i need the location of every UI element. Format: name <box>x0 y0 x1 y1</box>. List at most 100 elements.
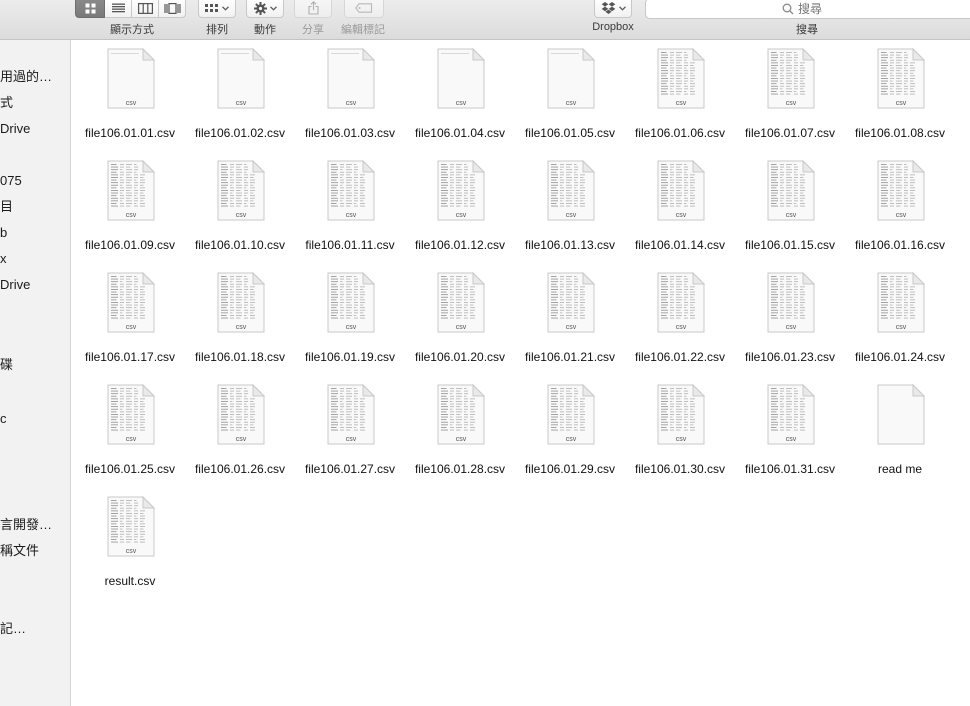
file-item[interactable]: csv file106.01.25.csv <box>75 384 185 484</box>
file-item[interactable]: csv file106.01.28.csv <box>405 384 515 484</box>
action-button[interactable] <box>246 0 284 18</box>
file-item[interactable]: csv file106.01.21.csv <box>515 272 625 372</box>
csv-file-icon: csv <box>107 384 156 445</box>
file-item[interactable]: csv file106.01.10.csv <box>185 160 295 260</box>
file-item[interactable]: csv file106.01.30.csv <box>625 384 735 484</box>
file-name: file106.01.03.csv <box>304 126 396 140</box>
svg-text:csv: csv <box>786 212 797 219</box>
file-name: file106.01.15.csv <box>744 238 836 252</box>
file-name: file106.01.06.csv <box>634 126 726 140</box>
csv-file-icon: csv <box>437 48 486 109</box>
file-item[interactable]: csv file106.01.15.csv <box>735 160 845 260</box>
file-item[interactable]: csv file106.01.20.csv <box>405 272 515 372</box>
tag-icon <box>355 3 373 13</box>
sidebar-item-c[interactable]: c <box>0 411 7 427</box>
file-item[interactable]: csv file106.01.01.csv <box>75 48 185 148</box>
file-item[interactable]: csv file106.01.17.csv <box>75 272 185 372</box>
file-item[interactable]: csv file106.01.16.csv <box>845 160 955 260</box>
svg-text:csv: csv <box>456 436 467 443</box>
share-label: 分享 <box>302 24 324 36</box>
file-item[interactable]: csv file106.01.19.csv <box>295 272 405 372</box>
csv-file-icon: csv <box>877 48 926 109</box>
action-label: 動作 <box>254 24 276 36</box>
sidebar-item-language-dev[interactable]: 言開發… <box>0 517 52 533</box>
edit-tags-button[interactable] <box>344 0 384 18</box>
file-item[interactable]: csv file106.01.11.csv <box>295 160 405 260</box>
svg-text:csv: csv <box>456 324 467 331</box>
sidebar-item-icloud-drive[interactable]: Drive <box>0 121 30 137</box>
share-icon <box>307 1 319 15</box>
file-item[interactable]: csv file106.01.13.csv <box>515 160 625 260</box>
icon-view-button[interactable] <box>75 0 105 18</box>
sidebar-item-notes[interactable]: 記… <box>0 621 26 637</box>
svg-text:csv: csv <box>566 324 577 331</box>
file-item[interactable]: csv file106.01.18.csv <box>185 272 295 372</box>
file-item[interactable]: csv file106.01.26.csv <box>185 384 295 484</box>
file-item[interactable]: csv file106.01.12.csv <box>405 160 515 260</box>
sidebar-item-dropbox[interactable]: x <box>0 251 7 267</box>
column-view-button[interactable] <box>132 0 159 18</box>
svg-text:csv: csv <box>676 212 687 219</box>
search-icon <box>782 3 794 14</box>
file-name: file106.01.10.csv <box>194 238 286 252</box>
svg-text:csv: csv <box>786 324 797 331</box>
share-button[interactable] <box>294 0 332 18</box>
sidebar-item-recents[interactable]: 用過的… <box>0 69 52 85</box>
file-item[interactable]: read me <box>845 384 955 484</box>
sidebar-item-disk[interactable]: 碟 <box>0 357 13 373</box>
sidebar-item-folder[interactable]: 目 <box>0 199 13 215</box>
file-item[interactable]: csv file106.01.03.csv <box>295 48 405 148</box>
file-item[interactable]: csv file106.01.14.csv <box>625 160 735 260</box>
sidebar-item-user[interactable]: 075 <box>0 173 22 189</box>
dropbox-button[interactable] <box>594 0 632 18</box>
file-item[interactable]: csv file106.01.27.csv <box>295 384 405 484</box>
file-item[interactable]: csv file106.01.02.csv <box>185 48 295 148</box>
file-name: file106.01.30.csv <box>634 462 726 476</box>
file-item[interactable]: csv file106.01.07.csv <box>735 48 845 148</box>
csv-file-icon: csv <box>657 384 706 445</box>
file-item[interactable]: csv file106.01.08.csv <box>845 48 955 148</box>
svg-text:csv: csv <box>346 436 357 443</box>
chevron-down-icon <box>222 5 229 11</box>
cover-flow-view-button[interactable] <box>159 0 186 18</box>
file-item[interactable]: csv file106.01.31.csv <box>735 384 845 484</box>
list-view-button[interactable] <box>105 0 132 18</box>
svg-text:csv: csv <box>456 100 467 107</box>
svg-text:csv: csv <box>236 212 247 219</box>
file-item[interactable]: csv file106.01.06.csv <box>625 48 735 148</box>
file-item[interactable]: csv file106.01.23.csv <box>735 272 845 372</box>
file-name: file106.01.29.csv <box>524 462 616 476</box>
file-name: file106.01.22.csv <box>634 350 726 364</box>
file-item[interactable]: csv file106.01.29.csv <box>515 384 625 484</box>
file-name: file106.01.16.csv <box>854 238 946 252</box>
search-input[interactable] <box>798 1 838 16</box>
file-name: file106.01.01.csv <box>84 126 176 140</box>
file-item[interactable]: csv file106.01.04.csv <box>405 48 515 148</box>
csv-file-icon: csv <box>327 48 376 109</box>
file-name: file106.01.25.csv <box>84 462 176 476</box>
sidebar-item-documents[interactable]: 稱文件 <box>0 543 39 559</box>
sidebar-item-b[interactable]: b <box>0 225 7 241</box>
arrange-button[interactable] <box>198 0 236 18</box>
sidebar-item-google-drive[interactable]: Drive <box>0 277 30 293</box>
csv-file-icon: csv <box>107 272 156 333</box>
csv-file-icon: csv <box>547 384 596 445</box>
file-item[interactable]: csv result.csv <box>75 496 185 596</box>
file-item[interactable]: csv file106.01.24.csv <box>845 272 955 372</box>
file-name: file106.01.21.csv <box>524 350 616 364</box>
document-file-icon <box>877 384 926 445</box>
svg-text:csv: csv <box>126 548 137 555</box>
file-item[interactable]: csv file106.01.22.csv <box>625 272 735 372</box>
file-name: read me <box>877 462 923 476</box>
csv-file-icon: csv <box>217 48 266 109</box>
search-field[interactable] <box>645 0 970 19</box>
svg-text:csv: csv <box>346 100 357 107</box>
sidebar-item-applications[interactable]: 式 <box>0 95 13 111</box>
svg-text:csv: csv <box>126 436 137 443</box>
svg-text:csv: csv <box>896 100 907 107</box>
csv-file-icon: csv <box>767 384 816 445</box>
dropbox-group <box>594 0 632 18</box>
file-name: file106.01.26.csv <box>194 462 286 476</box>
file-item[interactable]: csv file106.01.05.csv <box>515 48 625 148</box>
file-item[interactable]: csv file106.01.09.csv <box>75 160 185 260</box>
